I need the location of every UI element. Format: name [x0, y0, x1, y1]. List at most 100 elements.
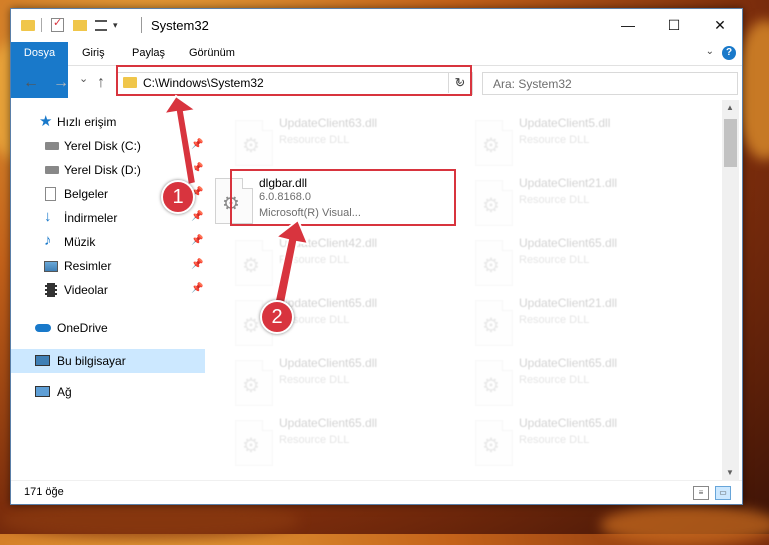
pin-icon[interactable]: 📌: [191, 163, 203, 174]
gear-icon: ⚙: [482, 315, 500, 337]
sidebar-item-label: Bu bilgisayar: [57, 354, 126, 368]
gear-icon: ⚙: [482, 195, 500, 217]
gear-icon: ⚙: [482, 375, 500, 397]
sidebar-item-label: Videolar: [64, 283, 108, 297]
file-highlight: [230, 169, 456, 226]
file-name: UpdateClient63.dll: [279, 116, 378, 130]
folder-icon: [21, 20, 35, 31]
music-icon: ♪: [44, 232, 52, 249]
dll-file-icon: ⚙: [235, 420, 273, 466]
dll-file-icon: ⚙: [235, 360, 273, 406]
sidebar-item-quick-access[interactable]: ★ Hızlı erişim: [11, 110, 205, 134]
document-icon: [45, 187, 56, 201]
properties-icon[interactable]: ✓: [51, 17, 64, 32]
maximize-button[interactable]: ☐: [651, 9, 697, 42]
tab-home[interactable]: Giriş: [82, 42, 105, 65]
gear-icon: ⚙: [242, 435, 260, 457]
file-type: Resource DLL: [519, 314, 590, 326]
help-button[interactable]: ?: [722, 46, 736, 60]
sidebar-item-onedrive[interactable]: OneDrive: [11, 316, 205, 340]
dll-file-icon: ⚙: [475, 360, 513, 406]
file-item[interactable]: ⚙ UpdateClient65.dll Resource DLL: [447, 410, 677, 466]
sidebar-item-label: Yerel Disk (C:): [64, 139, 141, 153]
scroll-up-icon[interactable]: ▲: [726, 103, 734, 112]
pin-icon[interactable]: 📌: [191, 259, 203, 270]
file-type: Resource DLL: [519, 134, 590, 146]
file-type: Resource DLL: [279, 134, 350, 146]
file-item[interactable]: ⚙ UpdateClient63.dll Resource DLL: [207, 110, 437, 166]
search-box[interactable]: Ara: System32: [482, 72, 738, 95]
forward-button[interactable]: →: [53, 74, 69, 92]
details-view-icon[interactable]: ≡: [693, 486, 709, 500]
file-type: Resource DLL: [519, 254, 590, 266]
pin-icon[interactable]: 📌: [191, 211, 203, 222]
pictures-icon: [44, 261, 58, 272]
pin-icon[interactable]: 📌: [191, 283, 203, 294]
customize-toolbar-icon[interactable]: [95, 20, 107, 31]
separator: [41, 18, 42, 32]
sidebar-item-network[interactable]: Ağ: [11, 380, 205, 404]
pin-icon[interactable]: 📌: [191, 139, 203, 150]
file-name: UpdateClient65.dll: [519, 416, 618, 430]
file-name: UpdateClient21.dll: [519, 296, 618, 310]
sidebar-item-label: OneDrive: [57, 321, 108, 335]
sidebar-item-music[interactable]: ♪ Müzik 📌: [11, 230, 205, 254]
scrollbar-thumb[interactable]: [724, 119, 737, 167]
sidebar-item-label: İndirmeler: [64, 211, 118, 225]
file-item[interactable]: ⚙ UpdateClient42.dll Resource DLL: [207, 230, 437, 286]
file-type: Resource DLL: [279, 254, 350, 266]
dll-file-icon: ⚙: [235, 240, 273, 286]
chevron-down-icon[interactable]: ▾: [113, 20, 127, 34]
drive-icon: [45, 142, 59, 150]
file-item[interactable]: ⚙ UpdateClient65.dll Resource DLL: [447, 350, 677, 406]
gear-icon: ⚙: [242, 135, 260, 157]
address-bar-highlight: [116, 65, 472, 96]
background-foliage: [0, 500, 300, 540]
sidebar-item-this-pc[interactable]: Bu bilgisayar: [11, 349, 205, 373]
scroll-down-icon[interactable]: ▼: [726, 468, 734, 477]
dll-file-icon: ⚙: [235, 120, 273, 166]
title-bar: ✓ ▾ System32 — ☐ ✕: [11, 9, 742, 42]
dll-file-icon: ⚙: [475, 180, 513, 226]
ribbon: Dosya Giriş Paylaş Görünüm ⌄ ?: [11, 42, 742, 98]
file-item[interactable]: ⚙ UpdateClient65.dll Resource DLL: [447, 230, 677, 286]
checkmark-icon: ✓: [53, 17, 63, 29]
minimize-button[interactable]: —: [605, 9, 651, 42]
new-folder-icon[interactable]: [73, 20, 87, 31]
dll-file-icon: ⚙: [475, 120, 513, 166]
gear-icon: ⚙: [482, 255, 500, 277]
large-icons-view-icon[interactable]: ▭: [715, 486, 731, 500]
file-type: Resource DLL: [519, 374, 590, 386]
pin-icon[interactable]: 📌: [191, 235, 203, 246]
star-icon: ★: [39, 113, 53, 130]
step-badge-2: 2: [260, 300, 294, 334]
sidebar-item-pictures[interactable]: Resimler 📌: [11, 254, 205, 278]
status-bar: 171 öğe ≡ ▭: [11, 480, 742, 504]
file-item[interactable]: ⚙ UpdateClient21.dll Resource DLL: [447, 290, 677, 346]
computer-icon: [35, 355, 50, 366]
drive-icon: [45, 166, 59, 174]
sidebar-item-local-disk-d[interactable]: Yerel Disk (D:) 📌: [11, 158, 205, 182]
sidebar-item-local-disk-c[interactable]: Yerel Disk (C:) 📌: [11, 134, 205, 158]
up-button[interactable]: ↑: [97, 74, 105, 92]
download-icon: ↓: [44, 208, 52, 225]
vertical-scrollbar[interactable]: ▲ ▼: [722, 100, 739, 480]
file-name: UpdateClient21.dll: [519, 176, 618, 190]
file-item[interactable]: ⚙ UpdateClient65.dll Resource DLL: [207, 410, 437, 466]
expand-ribbon-icon[interactable]: ⌄: [706, 46, 714, 57]
file-item[interactable]: ⚙ UpdateClient65.dll Resource DLL: [207, 350, 437, 406]
file-item[interactable]: ⚙ UpdateClient65.dll Resource DLL: [207, 290, 437, 346]
recent-locations-button[interactable]: ⌄: [79, 72, 88, 85]
back-button[interactable]: ←: [23, 74, 39, 92]
file-item[interactable]: ⚙ UpdateClient5.dll Resource DLL: [447, 110, 677, 166]
file-name: UpdateClient65.dll: [519, 236, 618, 250]
gear-icon: ⚙: [242, 375, 260, 397]
gear-icon: ⚙: [482, 435, 500, 457]
sidebar-item-label: Müzik: [64, 235, 96, 249]
file-item[interactable]: ⚙ UpdateClient21.dll Resource DLL: [447, 170, 677, 226]
tab-view[interactable]: Görünüm: [189, 42, 235, 65]
sidebar-item-videos[interactable]: Videolar 📌: [11, 278, 205, 302]
tab-share[interactable]: Paylaş: [132, 42, 165, 65]
close-button[interactable]: ✕: [697, 9, 742, 42]
file-name: UpdateClient5.dll: [519, 116, 611, 130]
